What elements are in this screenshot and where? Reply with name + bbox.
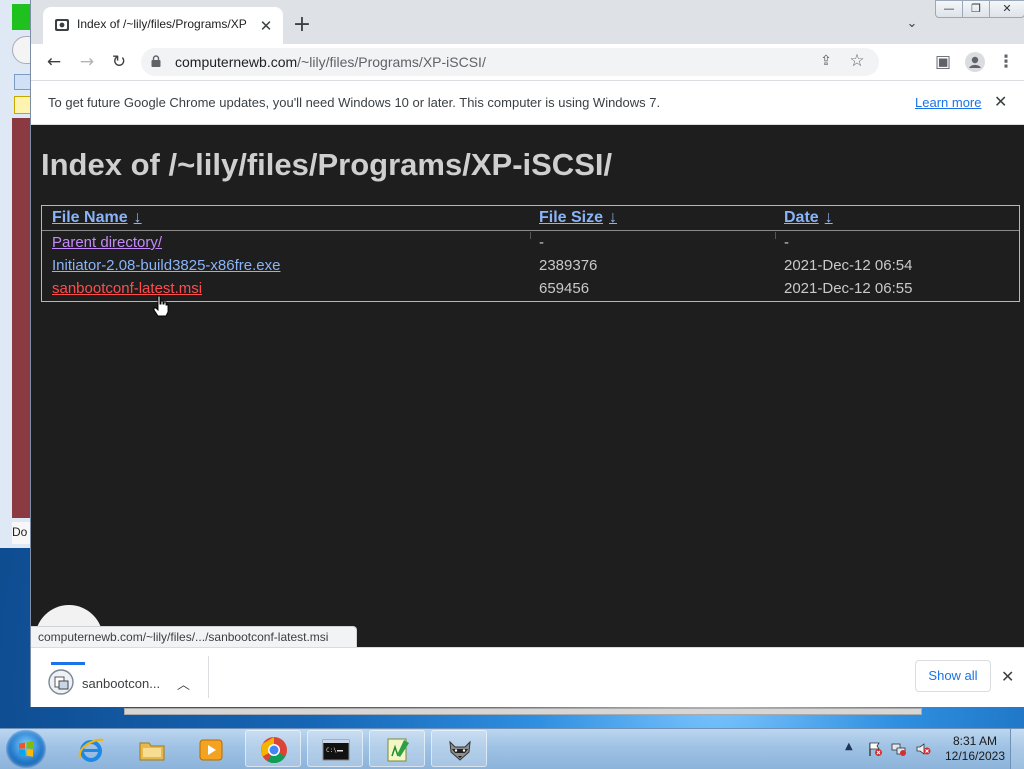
file-link[interactable]: sanbootconf-latest.msi [52, 280, 202, 297]
download-shelf: sanbootcon... ︿ Show all ✕ [31, 647, 1024, 707]
hand-cursor-icon [153, 295, 169, 317]
clock[interactable]: 8:31 AM 12/16/2023 [940, 734, 1010, 764]
tab-strip: Index of /~lily/files/Programs/XP ✕ + ⌄ … [31, 0, 1024, 44]
background-window-panel [12, 118, 32, 518]
table-row: Parent directory/ - - [42, 232, 1019, 255]
command-prompt-icon: C:\ [322, 739, 350, 761]
taskbar: C:\ ▲ 8:31 AM 12/16/2023 [0, 728, 1024, 769]
lock-icon [151, 55, 161, 67]
chrome-icon [261, 737, 287, 764]
file-listing-table: File Name ↓ File Size ↓ Date ↓ Parent direc… [41, 205, 1020, 302]
msi-installer-icon [48, 669, 74, 695]
infobar-close-icon[interactable]: ✕ [994, 92, 1007, 111]
taskbar-internet-explorer-button[interactable] [62, 730, 118, 767]
page-content: Index of /~lily/files/Programs/XP-iSCSI/… [31, 125, 1024, 647]
browser-menu-icon[interactable]: ⋮ [994, 50, 1018, 74]
sort-arrow-icon: ↓ [609, 209, 618, 226]
file-size: 2389376 [539, 257, 598, 274]
back-button[interactable]: ← [42, 50, 66, 74]
infobar-message: To get future Google Chrome updates, you… [48, 95, 661, 110]
url-text: computernewb.com/~lily/files/Programs/XP… [175, 54, 486, 70]
url-host: computernewb.com [175, 54, 298, 70]
column-header-date[interactable]: Date ↓ [784, 209, 833, 227]
download-item[interactable]: sanbootcon... ︿ [37, 654, 209, 702]
file-size: 659456 [539, 280, 590, 297]
window-minimize-button[interactable]: — [935, 0, 963, 18]
system-tray: ▲ 8:31 AM 12/16/2023 [840, 729, 1024, 769]
window-close-button[interactable]: ✕ [989, 0, 1024, 18]
action-center-flag-icon[interactable] [867, 741, 883, 757]
svg-text:C:\: C:\ [326, 747, 337, 754]
start-button[interactable] [6, 730, 46, 768]
download-shelf-close-icon[interactable]: ✕ [1001, 667, 1014, 686]
column-header-label: File Name [52, 209, 128, 226]
column-header-file-name[interactable]: File Name ↓ [52, 209, 142, 227]
taskbar-file-explorer-button[interactable] [123, 730, 179, 767]
table-header: File Name ↓ File Size ↓ Date ↓ [42, 206, 1019, 231]
download-file-name: sanbootcon... [82, 676, 161, 691]
page-title: Index of /~lily/files/Programs/XP-iSCSI/ [41, 147, 613, 182]
sort-arrow-icon: ↓ [133, 209, 142, 226]
page-favicon-icon [55, 19, 69, 31]
sort-arrow-icon: ↓ [824, 209, 833, 226]
forward-button[interactable]: → [75, 50, 99, 74]
background-window-label: Do [12, 522, 32, 544]
media-player-icon [199, 739, 223, 761]
taskbar-chrome-button[interactable] [245, 730, 301, 767]
horizontal-scrollbar[interactable] [124, 708, 922, 715]
volume-muted-icon[interactable] [915, 741, 931, 757]
taskbar-raccoon-app-button[interactable] [431, 730, 487, 767]
column-header-label: File Size [539, 209, 604, 226]
profile-avatar-icon[interactable] [963, 50, 987, 74]
background-window[interactable]: Do [0, 0, 34, 548]
clock-date: 12/16/2023 [944, 749, 1006, 763]
tab-active[interactable]: Index of /~lily/files/Programs/XP ✕ [43, 7, 283, 44]
download-progress-bar [51, 662, 85, 665]
windows-logo-icon [19, 741, 33, 757]
share-icon[interactable]: ⇪ [817, 53, 835, 71]
taskbar-media-player-button[interactable] [182, 730, 238, 767]
chrome-window: Index of /~lily/files/Programs/XP ✕ + ⌄ … [30, 0, 1024, 707]
network-icon[interactable] [891, 741, 907, 757]
shelf-divider [208, 656, 209, 698]
clock-time: 8:31 AM [952, 734, 998, 748]
side-panel-icon[interactable]: ▣ [931, 50, 955, 74]
browser-toolbar: ← → ↻ computernewb.com/~lily/files/Progr… [31, 44, 1024, 81]
raccoon-icon [449, 740, 471, 761]
tab-title: Index of /~lily/files/Programs/XP [77, 17, 247, 31]
table-row: sanbootconf-latest.msi 659456 2021-Dec-1… [42, 278, 1019, 301]
green-indicator [12, 4, 32, 30]
bookmark-star-icon[interactable]: ☆ [847, 51, 867, 71]
folder-icon [139, 742, 165, 761]
taskbar-editor-button[interactable] [369, 730, 425, 767]
show-all-downloads-button[interactable]: Show all [915, 660, 991, 692]
url-path: /~lily/files/Programs/XP-iSCSI/ [297, 54, 486, 70]
column-header-label: Date [784, 209, 819, 226]
show-hidden-icons-icon[interactable]: ▲ [845, 741, 853, 752]
tab-close-icon[interactable]: ✕ [257, 17, 275, 35]
tab-search-chevron-icon[interactable]: ⌄ [903, 16, 921, 34]
file-link[interactable]: Parent directory/ [52, 234, 162, 251]
window-maximize-button[interactable]: ❐ [962, 0, 990, 18]
file-date: - [784, 234, 789, 251]
column-header-file-size[interactable]: File Size ↓ [539, 209, 617, 227]
file-link[interactable]: Initiator-2.08-build3825-x86fre.exe [52, 257, 280, 274]
profile-glyph [965, 52, 985, 72]
file-date: 2021-Dec-12 06:54 [784, 257, 913, 274]
file-date: 2021-Dec-12 06:55 [784, 280, 913, 297]
file-size: - [539, 234, 544, 251]
reload-button[interactable]: ↻ [107, 50, 131, 74]
table-row: Initiator-2.08-build3825-x86fre.exe 2389… [42, 255, 1019, 278]
internet-explorer-icon [78, 738, 104, 762]
learn-more-link[interactable]: Learn more [915, 95, 981, 110]
address-bar[interactable]: computernewb.com/~lily/files/Programs/XP… [141, 48, 879, 76]
download-options-chevron-icon[interactable]: ︿ [177, 674, 190, 693]
text-editor-icon [387, 738, 409, 762]
desktop: Do Index of /~lily/files/Programs/XP ✕ +… [0, 0, 1024, 728]
link-status-url: computernewb.com/~lily/files/.../sanboot… [31, 626, 358, 649]
new-tab-button[interactable]: + [291, 14, 313, 36]
taskbar-command-prompt-button[interactable]: C:\ [307, 730, 363, 767]
update-infobar: To get future Google Chrome updates, you… [31, 81, 1024, 125]
show-desktop-button[interactable] [1010, 729, 1024, 769]
